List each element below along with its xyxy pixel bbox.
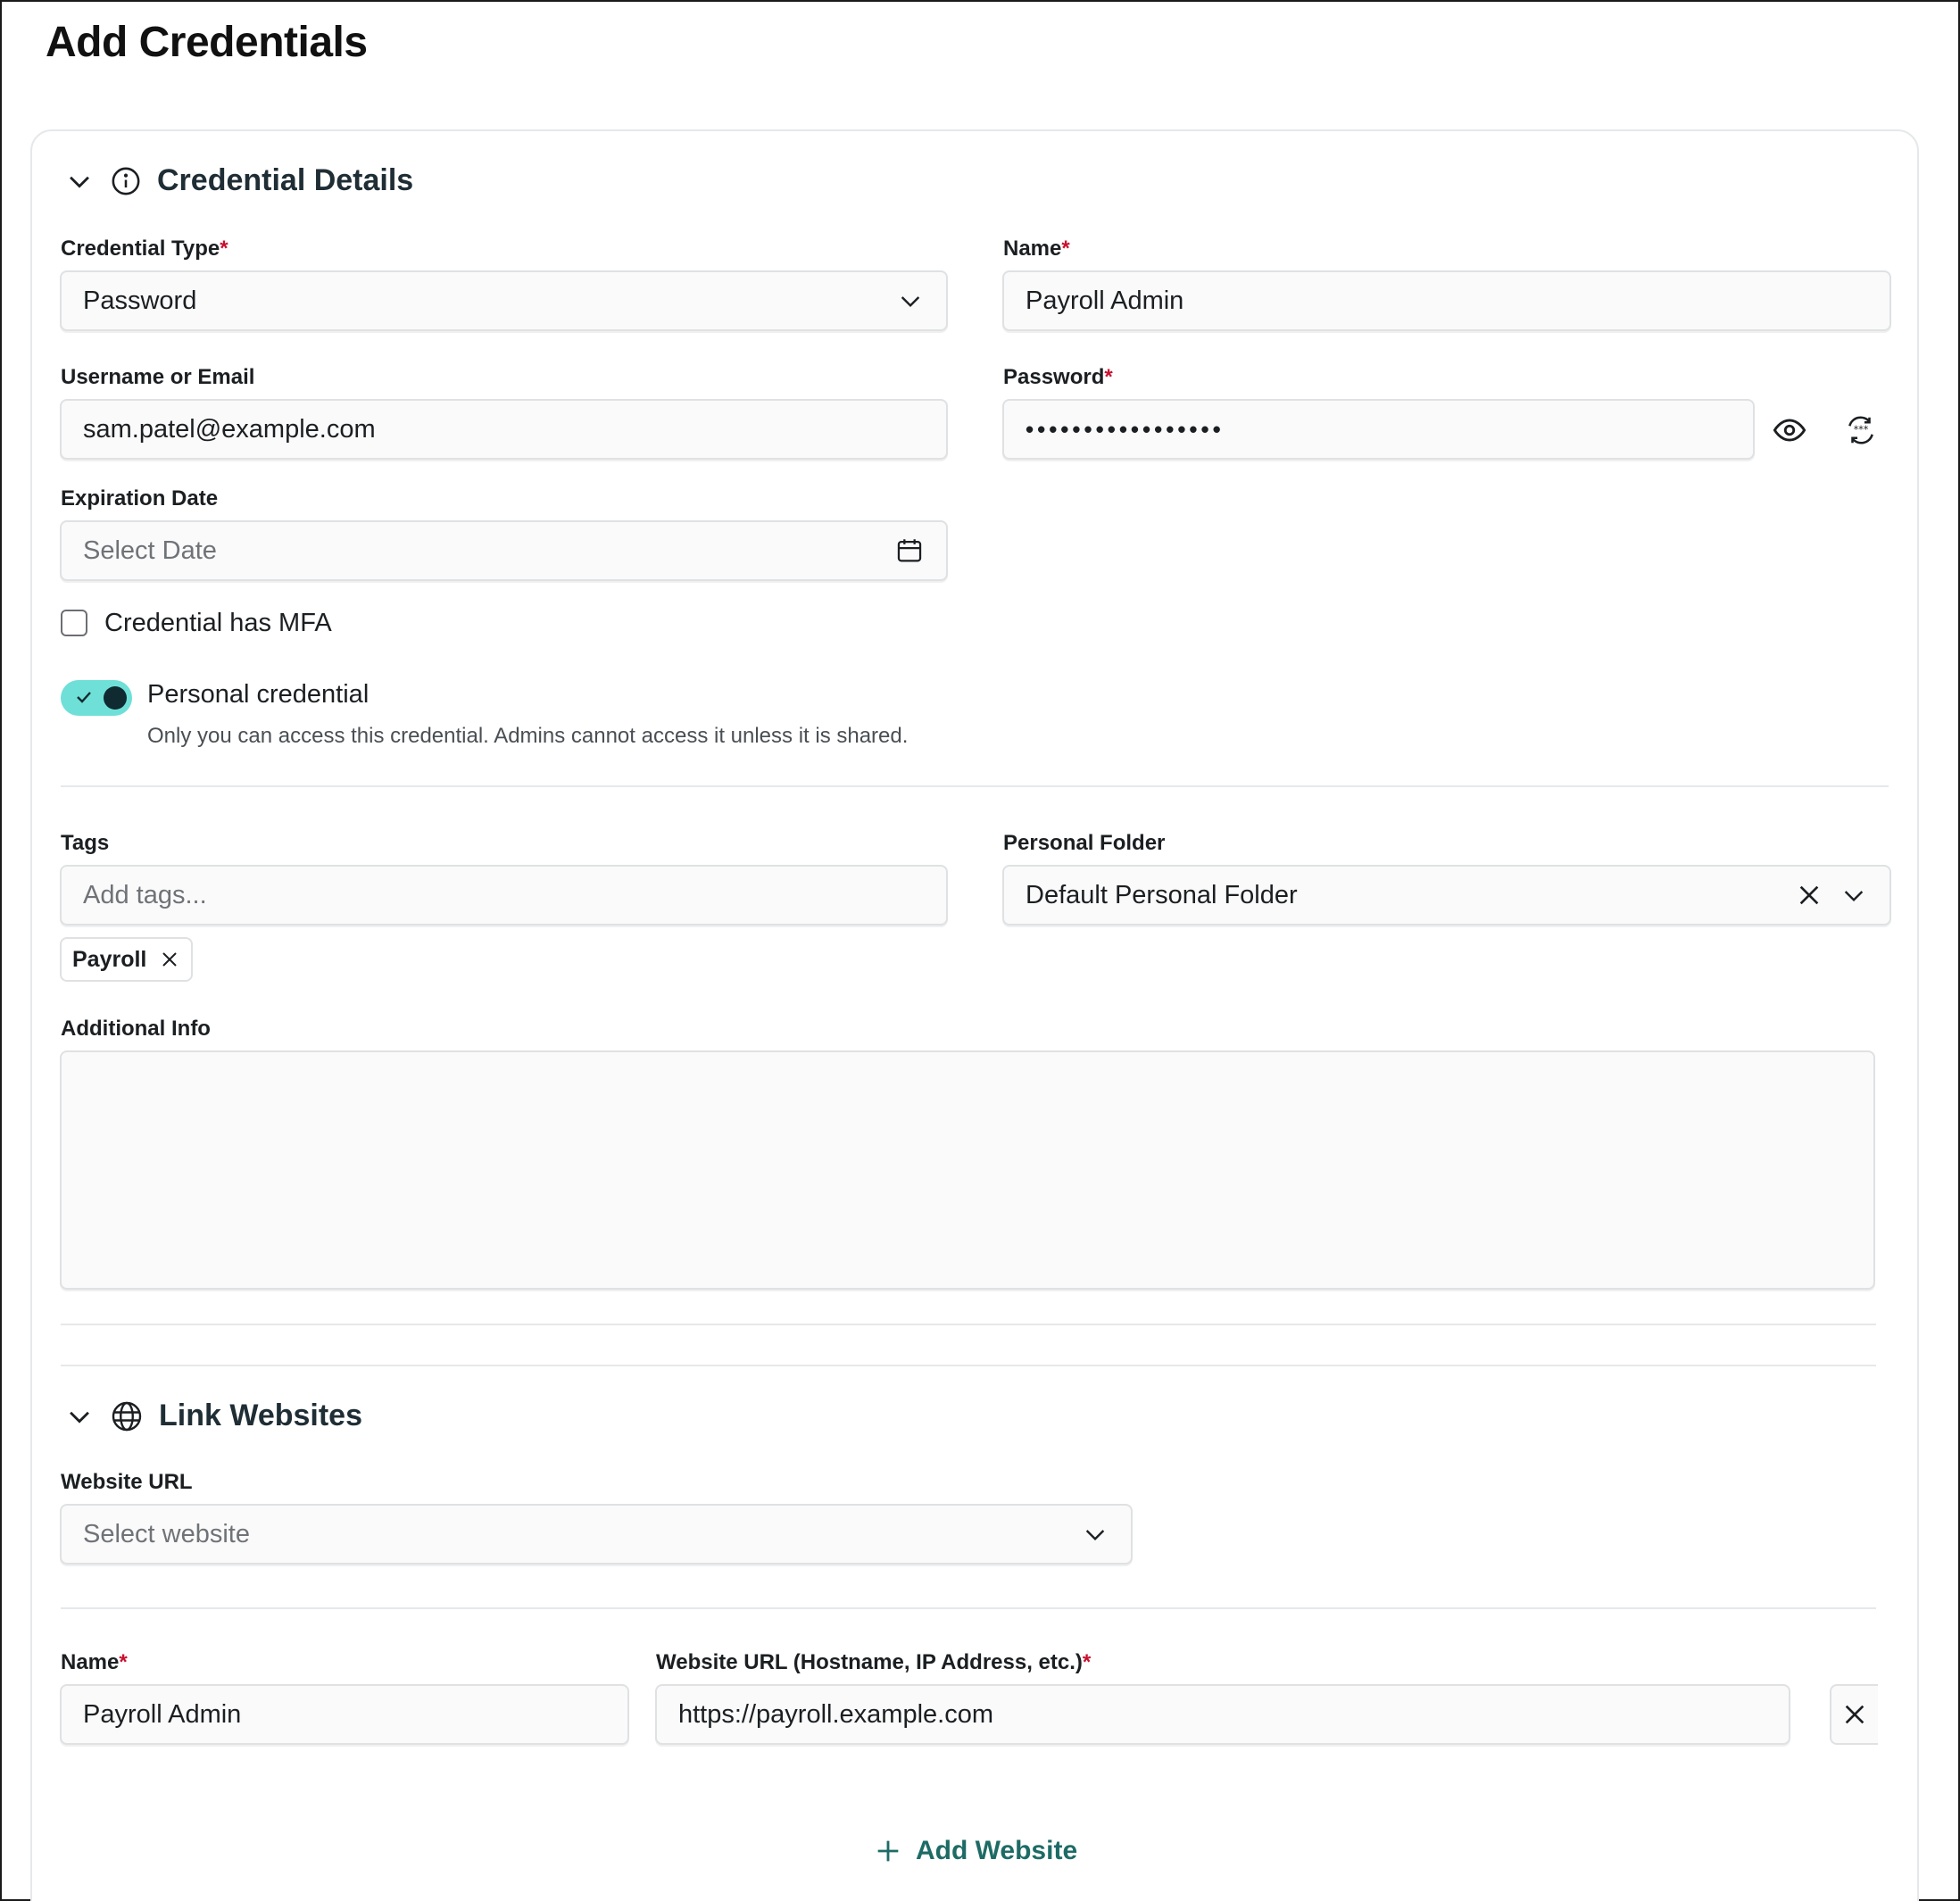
password-masked-value: ••••••••••••••••• [1026,415,1225,443]
required-mark: * [1061,237,1070,261]
link-websites-header[interactable]: Link Websites [64,1399,362,1433]
required-mark: * [220,237,228,261]
chevron-down-icon[interactable] [64,166,95,196]
name-value: Payroll Admin [1026,286,1184,315]
add-website-label: Add Website [916,1836,1078,1865]
password-input[interactable]: ••••••••••••••••• [1002,399,1755,460]
website-name-label: Name* [61,1650,128,1675]
additional-info-textarea[interactable] [60,1050,1875,1290]
divider [61,1365,1876,1366]
divider [61,1324,1876,1325]
page-title: Add Credentials [46,19,368,66]
password-label: Password* [1003,365,1113,390]
credential-type-label-text: Credential Type [61,237,220,261]
close-icon [1840,1700,1869,1729]
section-title-credential-details: Credential Details [157,163,414,197]
username-input[interactable]: sam.patel@example.com [60,399,948,460]
website-name-value: Payroll Admin [83,1699,242,1729]
close-icon[interactable] [1795,881,1823,909]
check-icon [73,686,95,708]
divider [61,785,1889,787]
chevron-down-icon[interactable] [1840,881,1868,909]
mfa-checkbox-label: Credential has MFA [104,609,332,637]
chevron-down-icon [1081,1520,1109,1548]
calendar-icon[interactable] [894,535,925,566]
website-url-entry-value: https://payroll.example.com [678,1699,993,1729]
expiration-date-input[interactable]: Select Date [60,520,948,581]
password-label-text: Password [1003,365,1105,389]
website-url-label: Website URL [61,1470,193,1494]
tags-input[interactable]: Add tags... [60,865,948,926]
info-icon [111,166,141,196]
username-value: sam.patel@example.com [83,414,376,444]
name-label: Name* [1003,237,1070,261]
chevron-down-icon [896,286,925,315]
remove-website-button[interactable] [1830,1684,1878,1745]
website-url-placeholder: Select website [83,1519,250,1548]
close-icon[interactable] [159,949,180,970]
toggle-knob [104,686,127,710]
chevron-down-icon[interactable] [64,1401,95,1432]
required-mark: * [1082,1650,1092,1674]
credential-type-select[interactable]: Password [60,270,948,331]
website-url-select[interactable]: Select website [60,1504,1133,1565]
tag-chip-label: Payroll [72,946,147,972]
plus-icon [873,1836,903,1866]
expiration-date-label: Expiration Date [61,486,219,511]
personal-credential-toggle[interactable] [61,680,132,716]
tag-chip: Payroll [60,937,194,982]
tags-placeholder: Add tags... [83,880,207,909]
expiration-date-placeholder: Select Date [83,535,217,565]
section-title-link-websites: Link Websites [159,1399,362,1432]
add-website-button[interactable]: Add Website [873,1836,1077,1866]
credential-details-header[interactable]: Credential Details [64,163,413,198]
personal-credential-helper: Only you can access this credential. Adm… [147,724,909,748]
personal-folder-select[interactable]: Default Personal Folder [1002,865,1891,926]
divider [61,1607,1876,1609]
website-url-entry-input[interactable]: https://payroll.example.com [655,1684,1790,1745]
website-url-entry-label: Website URL (Hostname, IP Address, etc.)… [656,1650,1091,1675]
personal-credential-label: Personal credential [147,680,370,709]
window-frame: Add Credentials Credential Details Crede… [0,0,1960,1901]
personal-folder-label: Personal Folder [1003,831,1166,855]
tags-label: Tags [61,831,110,855]
website-url-entry-label-text: Website URL (Hostname, IP Address, etc.) [656,1650,1083,1674]
personal-folder-value: Default Personal Folder [1026,880,1298,909]
svg-text:***: *** [1854,424,1869,436]
globe-icon [111,1400,143,1432]
username-label: Username or Email [61,365,255,389]
credential-type-value: Password [83,286,197,315]
credential-form-card: Credential Details Credential Type* Pass… [30,129,1919,1901]
credential-type-label: Credential Type* [61,237,228,261]
eye-icon[interactable] [1773,413,1806,447]
name-input[interactable]: Payroll Admin [1002,270,1891,331]
website-name-input[interactable]: Payroll Admin [60,1684,629,1745]
required-mark: * [119,1650,128,1674]
name-label-text: Name [1003,237,1062,261]
mfa-checkbox[interactable] [61,610,87,636]
regenerate-password-icon[interactable]: *** [1844,413,1878,447]
additional-info-label: Additional Info [61,1017,211,1041]
website-name-label-text: Name [61,1650,120,1674]
required-mark: * [1104,365,1113,389]
